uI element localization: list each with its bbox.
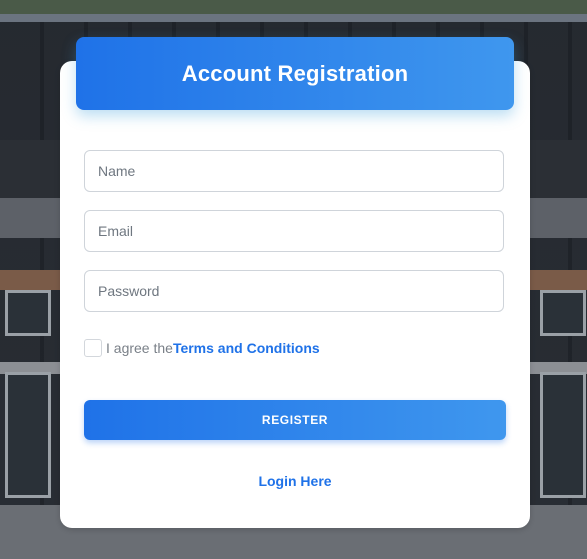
card-header: Account Registration <box>76 37 514 110</box>
password-input[interactable] <box>85 271 503 311</box>
terms-agreement: I agree the Terms and Conditions <box>84 338 320 358</box>
terms-checkbox[interactable] <box>84 339 102 357</box>
login-link[interactable]: Login Here <box>60 473 530 489</box>
email-field[interactable] <box>84 210 504 252</box>
name-input[interactable] <box>85 151 503 191</box>
agree-label: I agree the <box>106 340 173 356</box>
terms-link[interactable]: Terms and Conditions <box>173 340 320 356</box>
password-field[interactable] <box>84 270 504 312</box>
page-title: Account Registration <box>181 60 409 86</box>
name-field[interactable] <box>84 150 504 192</box>
register-button[interactable]: REGISTER <box>84 400 506 440</box>
email-input[interactable] <box>85 211 503 251</box>
